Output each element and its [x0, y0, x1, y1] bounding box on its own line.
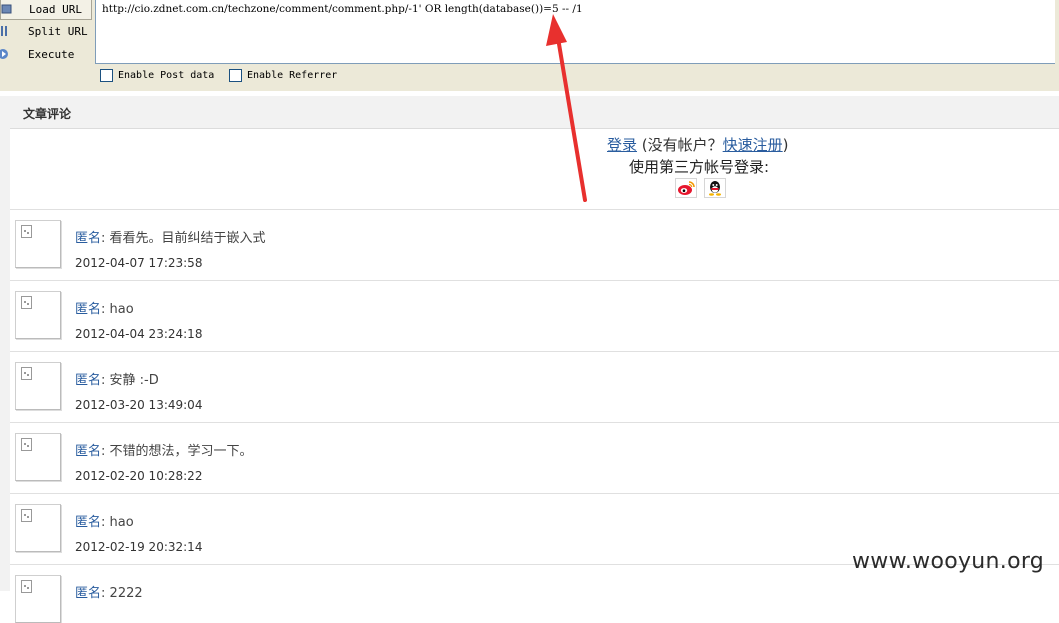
- comment-line: 匿名: 不错的想法，学习一下。: [75, 440, 253, 459]
- avatar: [15, 362, 61, 410]
- comment-sep: :: [101, 444, 106, 459]
- execute-label: Execute: [28, 48, 75, 61]
- broken-image-icon: [21, 225, 32, 238]
- load-url-button[interactable]: Load URL: [0, 0, 92, 20]
- comment-author[interactable]: 匿名: [75, 515, 101, 530]
- comment-date: 2012-02-19 20:32:14: [75, 540, 203, 554]
- third-party-login-label: 使用第三方帐号登录:: [629, 158, 770, 176]
- comment-text: 2222: [109, 586, 143, 601]
- enable-referrer-box[interactable]: [229, 69, 242, 82]
- no-account-suffix: ): [782, 136, 789, 154]
- enable-referrer-label: Enable Referrer: [247, 70, 338, 81]
- comment-author[interactable]: 匿名: [75, 231, 101, 246]
- broken-image-icon: [21, 580, 32, 593]
- section-header: 文章评论: [0, 96, 1059, 129]
- comment-author[interactable]: 匿名: [75, 302, 101, 317]
- comment-item: 匿名: 不错的想法，学习一下。 2012-02-20 10:28:22: [10, 423, 1059, 494]
- avatar: [15, 575, 61, 623]
- qq-login-button[interactable]: [704, 178, 726, 198]
- comment-author[interactable]: 匿名: [75, 373, 101, 388]
- comment-line: 匿名: hao: [75, 298, 134, 317]
- url-textarea[interactable]: http://cio.zdnet.com.cn/techzone/comment…: [95, 0, 1059, 64]
- broken-image-icon: [21, 367, 32, 380]
- avatar: [15, 504, 61, 552]
- comment-date: 2012-03-20 13:49:04: [75, 398, 203, 412]
- comment-date: 2012-04-04 23:24:18: [75, 327, 203, 341]
- login-link[interactable]: 登录: [607, 136, 637, 154]
- comment-date: 2012-04-07 17:23:58: [75, 256, 203, 270]
- comment-author[interactable]: 匿名: [75, 586, 101, 601]
- comment-sep: :: [101, 586, 106, 601]
- register-link[interactable]: 快速注册: [723, 136, 783, 154]
- avatar: [15, 220, 61, 268]
- comment-author[interactable]: 匿名: [75, 444, 101, 459]
- comment-item: 匿名: 安静 :-D 2012-03-20 13:49:04: [10, 352, 1059, 423]
- comment-item: 匿名: 看看先。目前纠结于嵌入式 2012-04-07 17:23:58: [10, 210, 1059, 281]
- split-url-button[interactable]: Split URL: [0, 22, 92, 42]
- broken-image-icon: [21, 296, 32, 309]
- avatar: [15, 291, 61, 339]
- comment-line: 匿名: 安静 :-D: [75, 369, 159, 388]
- broken-image-icon: [21, 509, 32, 522]
- comment-text: hao: [109, 302, 134, 317]
- section-title: 文章评论: [23, 107, 72, 121]
- comment-text: 安静 :-D: [109, 373, 159, 388]
- comment-sep: :: [101, 515, 106, 530]
- url-scrollbar[interactable]: [1055, 0, 1059, 64]
- watermark-text: www.wooyun.org: [852, 549, 1045, 574]
- comment-item: 匿名: hao 2012-04-04 23:24:18: [10, 281, 1059, 352]
- enable-referrer-checkbox[interactable]: Enable Referrer: [229, 69, 337, 82]
- login-area: 登录 (没有帐户？快速注册) 使用第三方帐号登录:: [10, 128, 1059, 210]
- qq-icon: [709, 181, 721, 196]
- broken-image-icon: [21, 438, 32, 451]
- enable-post-label: Enable Post data: [118, 70, 215, 81]
- execute-icon: [0, 49, 8, 59]
- comment-sep: :: [101, 231, 106, 246]
- enable-post-checkbox[interactable]: Enable Post data: [100, 69, 214, 82]
- url-value: http://cio.zdnet.com.cn/techzone/comment…: [102, 3, 583, 15]
- comment-text: 不错的想法，学习一下。: [109, 444, 253, 459]
- weibo-icon: [678, 181, 695, 195]
- comment-sep: :: [101, 373, 106, 388]
- comment-date: 2012-02-20 10:28:22: [75, 469, 203, 483]
- load-url-label: Load URL: [29, 3, 82, 16]
- split-url-icon: [1, 26, 7, 36]
- avatar: [15, 433, 61, 481]
- comment-line: 匿名: 2222: [75, 582, 143, 601]
- login-line: 登录 (没有帐户？快速注册): [607, 134, 789, 155]
- page-content: 文章评论 登录 (没有帐户？快速注册) 使用第三方帐号登录: 匿名: 看看先。目…: [0, 91, 1059, 623]
- weibo-login-button[interactable]: [675, 178, 697, 198]
- enable-post-box[interactable]: [100, 69, 113, 82]
- load-url-icon: [1, 4, 12, 14]
- comment-text: 看看先。目前纠结于嵌入式: [109, 231, 266, 246]
- comment-text: hao: [109, 515, 134, 530]
- split-url-label: Split URL: [28, 25, 88, 38]
- hackbar-toolbar: Load URL Split URL Execute http://cio.zd…: [0, 0, 1059, 91]
- comment-line: 匿名: hao: [75, 511, 134, 530]
- comment-sep: :: [101, 302, 106, 317]
- left-gutter: [0, 128, 10, 591]
- comment-line: 匿名: 看看先。目前纠结于嵌入式: [75, 227, 266, 246]
- no-account-prefix: (没有帐户？: [641, 136, 723, 154]
- execute-button[interactable]: Execute: [0, 45, 92, 65]
